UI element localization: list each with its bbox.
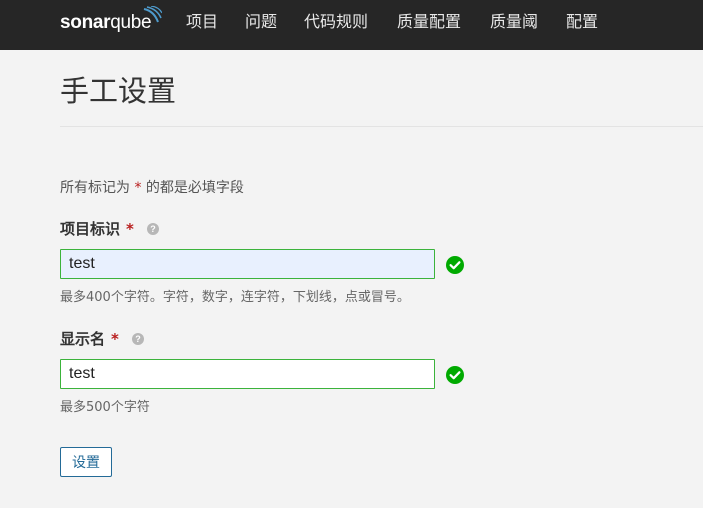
project-key-label: 项目标识 * bbox=[60, 219, 134, 239]
required-note-suffix: 的都是必填字段 bbox=[145, 180, 244, 196]
nav-item-rules[interactable]: 代码规则 bbox=[304, 0, 368, 44]
project-key-required-mark: * bbox=[126, 220, 134, 238]
sonarqube-logo[interactable]: sonarqube bbox=[60, 6, 162, 35]
display-name-input[interactable] bbox=[60, 359, 435, 389]
logo-text-bold: sonar bbox=[60, 12, 111, 33]
project-key-input[interactable] bbox=[60, 249, 435, 279]
nav-item-administration[interactable]: 配置 bbox=[566, 0, 598, 44]
display-name-label: 显示名 * bbox=[60, 329, 119, 349]
nav-item-issues[interactable]: 问题 bbox=[245, 0, 277, 44]
setup-submit-button[interactable]: 设置 bbox=[60, 447, 112, 477]
logo-wave-icon bbox=[143, 6, 162, 23]
project-key-label-text: 项目标识 bbox=[60, 220, 121, 238]
top-navigation-bar: sonarqube 项目 问题 代码规则 质量配置 质量阈 配置 bbox=[0, 0, 703, 50]
required-note-prefix: 所有标记为 bbox=[60, 180, 130, 196]
display-name-check-circle-icon bbox=[446, 366, 464, 384]
display-name-hint: 最多500个字符 bbox=[60, 400, 150, 415]
required-fields-note: 所有标记为 * 的都是必填字段 bbox=[60, 178, 244, 198]
nav-item-quality-profiles[interactable]: 质量配置 bbox=[397, 0, 461, 44]
required-note-star: * bbox=[134, 180, 142, 196]
display-name-label-text: 显示名 bbox=[60, 330, 106, 348]
page-title: 手工设置 bbox=[60, 74, 177, 108]
project-key-hint: 最多400个字符。字符，数字，连字符，下划线，点或冒号。 bbox=[60, 290, 410, 305]
project-key-help-icon[interactable]: ? bbox=[147, 223, 159, 235]
display-name-help-icon[interactable]: ? bbox=[132, 333, 144, 345]
nav-item-quality-gates[interactable]: 质量阈 bbox=[490, 0, 538, 44]
title-divider bbox=[60, 126, 703, 127]
nav-item-projects[interactable]: 项目 bbox=[186, 0, 218, 44]
display-name-required-mark: * bbox=[111, 330, 119, 348]
project-key-check-circle-icon bbox=[446, 256, 464, 274]
